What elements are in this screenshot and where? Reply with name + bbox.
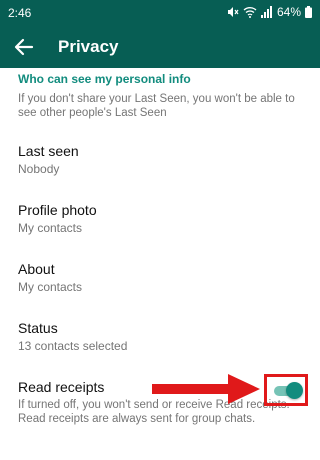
setting-label: Profile photo [18,202,97,218]
setting-label: Read receipts [18,379,105,395]
arrow-left-icon[interactable] [12,35,36,59]
setting-value: My contacts [18,280,83,294]
toggle-knob [286,382,303,399]
battery-percent: 64% [276,5,301,19]
setting-profile-photo[interactable]: Profile photo My contacts [0,202,320,254]
read-receipts-toggle[interactable] [264,374,308,406]
wifi-icon [243,7,257,18]
setting-status[interactable]: Status 13 contacts selected [0,320,320,372]
setting-label: Status [18,320,58,336]
app-bar: Privacy [0,26,320,68]
setting-label: Last seen [18,143,79,159]
setting-value: 13 contacts selected [18,339,128,353]
setting-last-seen[interactable]: Last seen Nobody [0,143,320,195]
setting-value: My contacts [18,221,83,235]
page-title: Privacy [58,37,119,56]
section-description: If you don't share your Last Seen, you w… [18,93,295,119]
setting-about[interactable]: About My contacts [0,261,320,313]
signal-icon [260,6,272,18]
section-header: Who can see my personal info [18,72,191,86]
status-icons: 64% [227,5,312,19]
setting-value: Nobody [18,162,60,176]
status-bar: 2:46 64% [0,0,320,26]
battery-icon [305,6,312,18]
mute-icon [227,7,239,17]
red-arrow-annotation [152,374,260,404]
setting-label: About [18,261,55,277]
status-time: 2:46 [8,6,32,20]
